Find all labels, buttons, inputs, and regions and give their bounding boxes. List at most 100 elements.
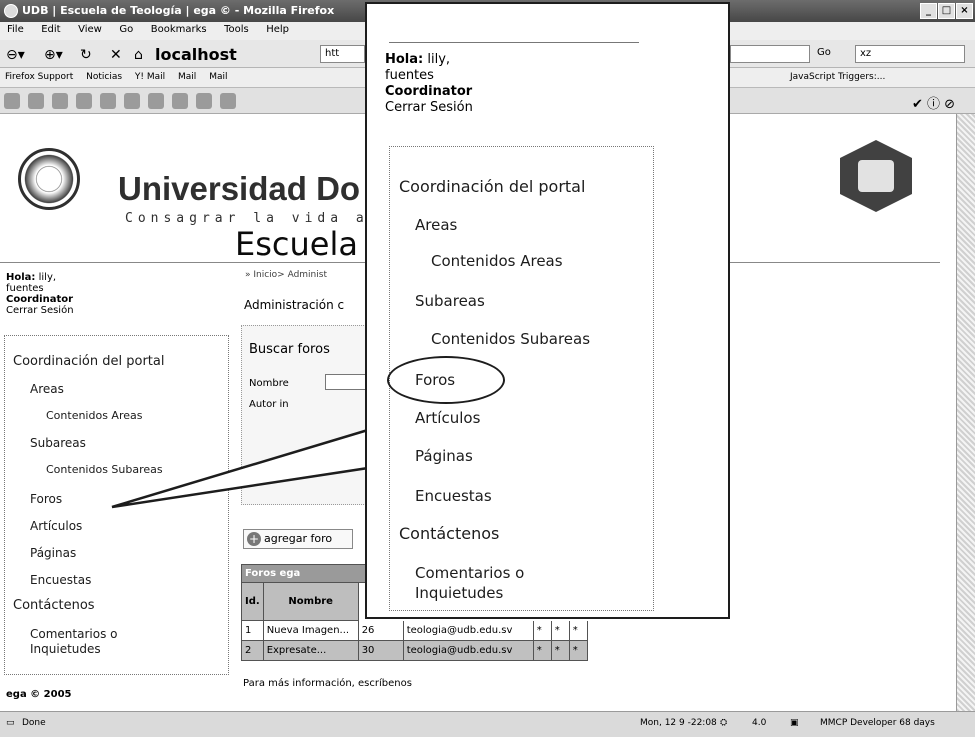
zoom-logout-link[interactable]: Cerrar Sesión [385, 100, 473, 116]
cell-nombre[interactable]: Expresate... [262, 640, 359, 661]
zoom-callout-panel: Hola: lily, fuentes Coordinator Cerrar S… [365, 2, 730, 619]
cell-action[interactable]: * [532, 620, 552, 641]
contact-info[interactable]: Para más información, escríbenos [243, 678, 412, 689]
table-row: 1 Nueva Imagen... 26 teologia@udb.edu.sv… [241, 620, 588, 641]
status-developer: MMCP Developer 68 days [820, 718, 935, 728]
cell-id: 1 [241, 620, 264, 641]
bookmark-firefox-support[interactable]: Firefox Support [0, 68, 78, 86]
user-info: Hola: lily, fuentes Coordinator Cerrar S… [6, 272, 74, 316]
address-field[interactable]: htt [320, 45, 365, 63]
breadcrumb[interactable]: » Inicio> Administ [245, 270, 327, 280]
back-icon[interactable]: ⊖▾ [6, 47, 25, 63]
cell-count: 26 [357, 620, 404, 641]
cell-count: 30 [357, 640, 404, 661]
forward-icon[interactable]: ⊕▾ [44, 47, 63, 63]
sidebar-item-contenidos-subareas[interactable]: Contenidos Subareas [46, 463, 163, 476]
sidebar-item-paginas[interactable]: Páginas [30, 546, 76, 560]
zoom-item-articulos[interactable]: Artículos [415, 409, 480, 427]
menu-bookmarks[interactable]: Bookmarks [144, 22, 214, 37]
zoom-user-name: lily, [427, 52, 451, 67]
bookmark-gmail[interactable]: Mail [173, 68, 201, 86]
menu-go[interactable]: Go [112, 22, 140, 37]
dev-tool-icon[interactable] [28, 93, 44, 109]
user-surname: fuentes [6, 283, 44, 294]
dev-tool-icon[interactable] [124, 93, 140, 109]
dev-tool-icon[interactable] [196, 93, 212, 109]
zoom-item-contenidos-areas[interactable]: Contenidos Areas [431, 252, 563, 270]
go-button[interactable]: Go [817, 47, 831, 58]
zoom-item-contactenos[interactable]: Contáctenos [399, 524, 499, 543]
university-tagline: Consagrar la vida a [125, 211, 369, 226]
dev-tool-icon[interactable] [100, 93, 116, 109]
status-datetime: Mon, 12 9 -22:08 [640, 718, 717, 728]
status-sync-icon: ⛭ [720, 718, 728, 728]
cell-action[interactable]: * [568, 640, 588, 661]
maximize-button[interactable]: □ [938, 3, 955, 19]
table-row: 2 Expresate... 30 teologia@udb.edu.sv * … [241, 640, 588, 661]
status-dev-icon: ▣ [790, 718, 799, 728]
menu-file[interactable]: File [0, 22, 31, 37]
dev-tool-icon[interactable] [220, 93, 236, 109]
sidebar-item-areas[interactable]: Areas [30, 382, 64, 396]
sidebar-item-coordinacion[interactable]: Coordinación del portal [13, 354, 164, 369]
zoom-item-subareas[interactable]: Subareas [415, 292, 485, 310]
cell-action[interactable]: * [550, 640, 570, 661]
menu-view[interactable]: View [71, 22, 109, 37]
logout-link[interactable]: Cerrar Sesión [6, 305, 74, 316]
bookmark-mail[interactable]: Mail [204, 68, 232, 86]
zoom-item-inquietudes[interactable]: Inquietudes [415, 584, 503, 602]
sidebar-item-contenidos-areas[interactable]: Contenidos Areas [46, 409, 142, 422]
cell-action[interactable]: * [550, 620, 570, 641]
vertical-scrollbar[interactable] [956, 114, 975, 711]
cell-id: 2 [241, 640, 264, 661]
sidebar-item-encuestas[interactable]: Encuestas [30, 573, 91, 587]
university-title: Universidad Do [118, 170, 361, 207]
bookmark-javascript-triggers[interactable]: JavaScript Triggers:... [785, 68, 890, 86]
bookmark-yahoo-mail[interactable]: Y! Mail [130, 68, 170, 86]
status-text: Done [22, 718, 46, 728]
dev-tool-icon[interactable] [76, 93, 92, 109]
reload-icon[interactable]: ↻ [80, 47, 92, 63]
zoom-greeting-label: Hola: [385, 52, 424, 67]
cell-nombre[interactable]: Nueva Imagen... [262, 620, 359, 641]
sidebar-item-foros[interactable]: Foros [30, 492, 62, 506]
page-title: Administración c [244, 298, 345, 312]
add-icon: + [247, 532, 261, 546]
zoom-item-coordinacion[interactable]: Coordinación del portal [399, 177, 585, 196]
status-version: 4.0 [752, 718, 767, 728]
cell-email[interactable]: teologia@udb.edu.sv [402, 640, 534, 661]
menu-help[interactable]: Help [259, 22, 296, 37]
copyright: ega © 2005 [6, 689, 72, 700]
sidebar-item-inquietudes[interactable]: Inquietudes [30, 642, 101, 656]
greeting-label: Hola: [6, 272, 36, 283]
sidebar-item-contactenos[interactable]: Contáctenos [13, 598, 95, 613]
sidebar-item-subareas[interactable]: Subareas [30, 436, 86, 450]
menu-tools[interactable]: Tools [217, 22, 256, 37]
zoom-item-comentarios[interactable]: Comentarios o [415, 564, 524, 582]
home-icon[interactable]: ⌂ [134, 47, 143, 63]
cell-action[interactable]: * [568, 620, 588, 641]
close-button[interactable]: × [956, 3, 973, 19]
status-bar: ▭ Done Mon, 12 9 -22:08 ⛭ 4.0 ▣ MMCP Dev… [0, 711, 975, 737]
dev-tool-icon[interactable] [172, 93, 188, 109]
add-forum-button[interactable]: + agregar foro [243, 529, 353, 549]
search-input[interactable]: xz [855, 45, 965, 63]
address-dropdown[interactable] [730, 45, 810, 63]
zoom-user-role: Coordinator [385, 84, 473, 99]
dev-tool-icon[interactable] [148, 93, 164, 109]
zoom-item-paginas[interactable]: Páginas [415, 447, 473, 465]
column-header-nombre[interactable]: Nombre [262, 582, 359, 621]
zoom-item-contenidos-subareas[interactable]: Contenidos Subareas [431, 330, 590, 348]
zoom-item-areas[interactable]: Areas [415, 216, 457, 234]
cell-email[interactable]: teologia@udb.edu.sv [402, 620, 534, 641]
zoom-item-encuestas[interactable]: Encuestas [415, 487, 492, 505]
bookmark-noticias[interactable]: Noticias [81, 68, 127, 86]
cell-action[interactable]: * [532, 640, 552, 661]
minimize-button[interactable]: _ [920, 3, 937, 19]
menu-edit[interactable]: Edit [34, 22, 67, 37]
dev-tool-icon[interactable] [4, 93, 20, 109]
stop-icon[interactable]: ✕ [110, 47, 122, 63]
sidebar-item-articulos[interactable]: Artículos [30, 519, 82, 533]
sidebar-item-comentarios[interactable]: Comentarios o [30, 627, 117, 641]
dev-tool-icon[interactable] [52, 93, 68, 109]
